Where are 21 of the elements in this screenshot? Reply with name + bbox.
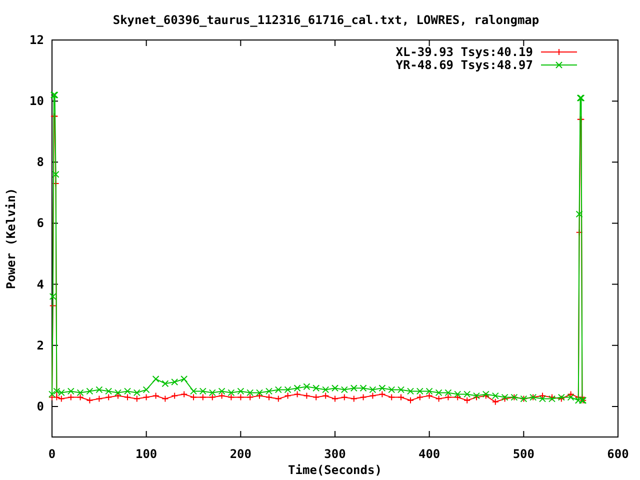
y-tick-label: 0 [36,399,44,414]
y-tick-label: 6 [36,216,44,230]
x-tick-label: 100 [136,447,158,461]
y-tick-label: 10 [30,94,44,108]
y-tick-label: 12 [30,33,44,47]
y-tick-label: 2 [36,338,44,352]
legend-line-sample [540,62,578,68]
x-axis-label: Time(Seconds) [288,463,382,477]
x-tick-label: 600 [607,447,629,461]
x-tick-label: 300 [324,447,346,461]
legend-label: XL-39.93 Tsys:40.19 [396,45,533,59]
y-tick-label: 8 [36,155,44,170]
y-tick-label: 4 [36,277,44,292]
x-tick-label: 500 [512,447,534,461]
y-axis-label: Power (Kelvin) [4,188,18,290]
legend-label: YR-48.69 Tsys:48.97 [396,58,533,72]
x-tick-label: 200 [230,447,252,461]
x-tick-label: 0 [48,447,56,461]
chart-title: Skynet_60396_taurus_112316_61716_cal.txt, LOWRES, ralongmap [112,13,540,27]
legend-line-sample [540,49,578,55]
x-tick-label: 400 [418,447,440,461]
